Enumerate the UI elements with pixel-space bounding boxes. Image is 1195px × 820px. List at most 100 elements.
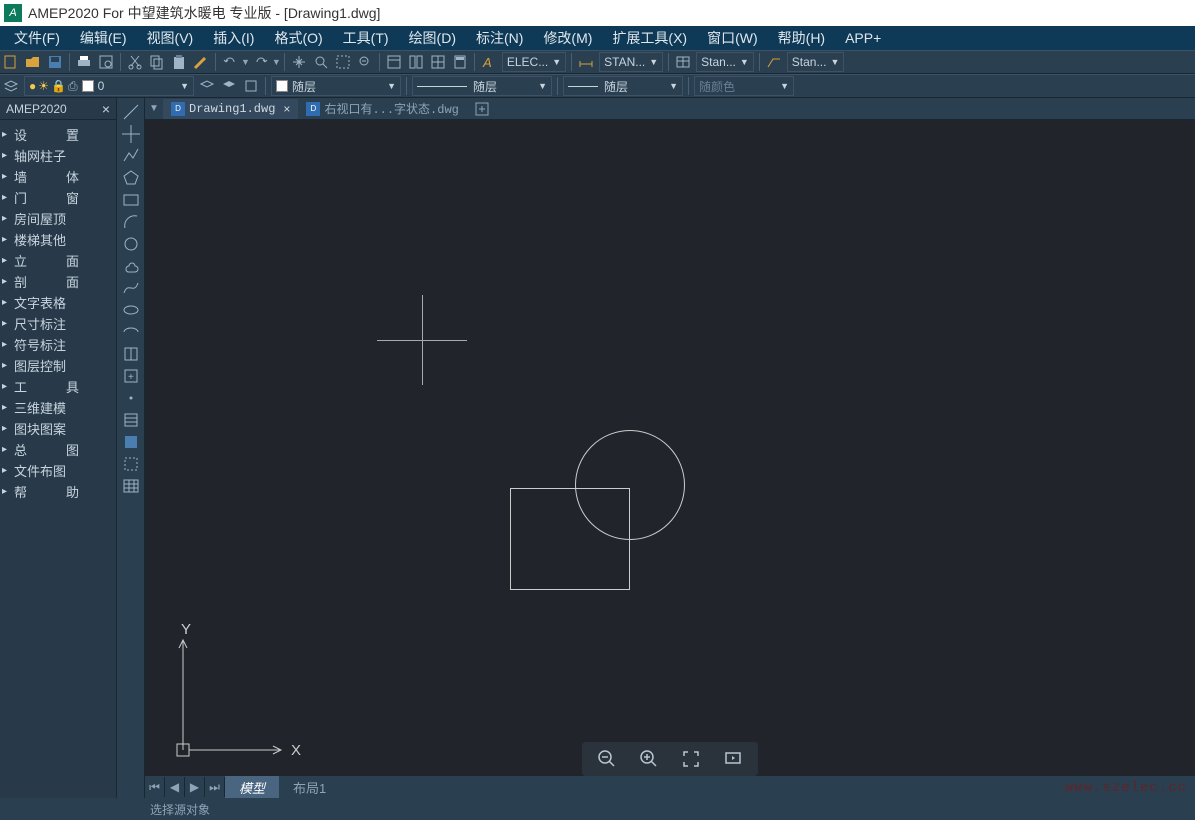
line-tool-icon[interactable] bbox=[120, 102, 142, 122]
tree-item[interactable]: ▸房间屋顶 bbox=[2, 208, 114, 229]
text-style-icon[interactable]: A bbox=[479, 52, 499, 72]
rectangle-tool-icon[interactable] bbox=[120, 190, 142, 210]
menu-dimension[interactable]: 标注(N) bbox=[466, 26, 533, 50]
plotstyle-dropdown[interactable]: 随颜色▼ bbox=[694, 76, 794, 96]
layout-tab[interactable]: 布局1 bbox=[279, 776, 340, 799]
dim-style-icon[interactable] bbox=[576, 52, 596, 72]
block-insert-tool-icon[interactable] bbox=[120, 344, 142, 364]
tree-item[interactable]: ▸立 面 bbox=[2, 250, 114, 271]
new-tab-button[interactable] bbox=[467, 99, 499, 119]
tree-item[interactable]: ▸三维建模 bbox=[2, 397, 114, 418]
tool-palette-icon[interactable] bbox=[428, 52, 448, 72]
menu-draw[interactable]: 绘图(D) bbox=[399, 26, 466, 50]
point-tool-icon[interactable] bbox=[120, 388, 142, 408]
tree-item[interactable]: ▸总 图 bbox=[2, 439, 114, 460]
present-icon[interactable] bbox=[722, 748, 744, 770]
design-center-icon[interactable] bbox=[406, 52, 426, 72]
dim-style-dropdown[interactable]: STAN...▼ bbox=[599, 52, 663, 72]
new-icon[interactable] bbox=[1, 52, 21, 72]
mleader-style-dropdown[interactable]: Stan...▼ bbox=[787, 52, 845, 72]
table-tool-icon[interactable] bbox=[120, 476, 142, 496]
close-panel-icon[interactable]: × bbox=[102, 101, 110, 117]
tree-item[interactable]: ▸图层控制 bbox=[2, 355, 114, 376]
menu-view[interactable]: 视图(V) bbox=[137, 26, 204, 50]
revcloud-tool-icon[interactable] bbox=[120, 256, 142, 276]
tab-prev-icon[interactable]: ◀ bbox=[165, 777, 185, 797]
model-viewport[interactable]: Y X ⏮ ◀ ▶ ⏭ bbox=[145, 120, 1195, 798]
table-style-icon[interactable] bbox=[673, 52, 693, 72]
tree-item[interactable]: ▸门 窗 bbox=[2, 187, 114, 208]
print-preview-icon[interactable] bbox=[96, 52, 116, 72]
menu-modify[interactable]: 修改(M) bbox=[533, 26, 602, 50]
undo-dropdown-icon[interactable]: ▼ bbox=[241, 57, 250, 67]
file-tabs-dropdown-icon[interactable]: ▼ bbox=[145, 100, 163, 118]
redo-dropdown-icon[interactable]: ▼ bbox=[272, 57, 281, 67]
copy-icon[interactable] bbox=[147, 52, 167, 72]
block-make-tool-icon[interactable]: + bbox=[120, 366, 142, 386]
menu-edit[interactable]: 编辑(E) bbox=[70, 26, 137, 50]
lineweight-dropdown[interactable]: 随层▼ bbox=[563, 76, 683, 96]
save-icon[interactable] bbox=[45, 52, 65, 72]
gradient-tool-icon[interactable] bbox=[120, 432, 142, 452]
layer-manager-icon[interactable] bbox=[1, 76, 21, 96]
tree-item[interactable]: ▸尺寸标注 bbox=[2, 313, 114, 334]
polygon-tool-icon[interactable] bbox=[120, 168, 142, 188]
arc-tool-icon[interactable] bbox=[120, 212, 142, 232]
tree-item[interactable]: ▸图块图案 bbox=[2, 418, 114, 439]
undo-icon[interactable] bbox=[220, 52, 240, 72]
zoom-in-icon[interactable] bbox=[638, 748, 660, 770]
ellipse-tool-icon[interactable] bbox=[120, 300, 142, 320]
linetype-dropdown[interactable]: 随层▼ bbox=[412, 76, 552, 96]
tree-item[interactable]: ▸剖 面 bbox=[2, 271, 114, 292]
close-tab-icon[interactable]: × bbox=[283, 102, 290, 116]
redo-icon[interactable] bbox=[251, 52, 271, 72]
color-dropdown[interactable]: 随层▼ bbox=[271, 76, 401, 96]
polyline-tool-icon[interactable] bbox=[120, 146, 142, 166]
menu-file[interactable]: 文件(F) bbox=[4, 26, 70, 50]
zoom-prev-icon[interactable] bbox=[355, 52, 375, 72]
calc-icon[interactable] bbox=[450, 52, 470, 72]
zoom-window-icon[interactable] bbox=[333, 52, 353, 72]
menu-help[interactable]: 帮助(H) bbox=[768, 26, 835, 50]
match-icon[interactable] bbox=[191, 52, 211, 72]
layer-dropdown[interactable]: ● ☀ 🔒 ⎙ 0 ▼ bbox=[24, 76, 194, 96]
tree-item[interactable]: ▸楼梯其他 bbox=[2, 229, 114, 250]
paste-icon[interactable] bbox=[169, 52, 189, 72]
table-style-dropdown[interactable]: Stan...▼ bbox=[696, 52, 754, 72]
region-tool-icon[interactable] bbox=[120, 454, 142, 474]
layer-state-icon[interactable] bbox=[241, 76, 261, 96]
menu-insert[interactable]: 插入(I) bbox=[203, 26, 264, 50]
fullscreen-icon[interactable] bbox=[680, 748, 702, 770]
tree-item[interactable]: ▸轴网柱子 bbox=[2, 145, 114, 166]
print-icon[interactable] bbox=[74, 52, 94, 72]
tree-item[interactable]: ▸帮 助 bbox=[2, 481, 114, 502]
menu-extend-tools[interactable]: 扩展工具(X) bbox=[602, 26, 697, 50]
tree-item[interactable]: ▸文件布图 bbox=[2, 460, 114, 481]
file-tab-inactive[interactable]: D 右视口有...字状态.dwg bbox=[298, 99, 466, 119]
circle-tool-icon[interactable] bbox=[120, 234, 142, 254]
drawn-circle[interactable] bbox=[575, 430, 685, 540]
menu-tools[interactable]: 工具(T) bbox=[333, 26, 399, 50]
spline-tool-icon[interactable] bbox=[120, 278, 142, 298]
tree-item[interactable]: ▸墙 体 bbox=[2, 166, 114, 187]
tree-item[interactable]: ▸工 具 bbox=[2, 376, 114, 397]
menu-app[interactable]: APP+ bbox=[835, 28, 891, 48]
cut-icon[interactable] bbox=[125, 52, 145, 72]
mleader-style-icon[interactable] bbox=[764, 52, 784, 72]
xline-tool-icon[interactable] bbox=[120, 124, 142, 144]
tab-first-icon[interactable]: ⏮ bbox=[145, 777, 165, 797]
ellipse-arc-tool-icon[interactable] bbox=[120, 322, 142, 342]
tree-item[interactable]: ▸文字表格 bbox=[2, 292, 114, 313]
file-tab-active[interactable]: D Drawing1.dwg × bbox=[163, 99, 298, 119]
tree-item[interactable]: ▸设 置 bbox=[2, 124, 114, 145]
text-style-dropdown[interactable]: ELEC...▼ bbox=[502, 52, 566, 72]
tab-next-icon[interactable]: ▶ bbox=[185, 777, 205, 797]
pan-icon[interactable] bbox=[289, 52, 309, 72]
hatch-tool-icon[interactable] bbox=[120, 410, 142, 430]
tree-item[interactable]: ▸符号标注 bbox=[2, 334, 114, 355]
layer-prev-icon[interactable] bbox=[197, 76, 217, 96]
properties-icon[interactable] bbox=[384, 52, 404, 72]
zoom-out-icon[interactable] bbox=[596, 748, 618, 770]
menu-format[interactable]: 格式(O) bbox=[264, 26, 332, 50]
menu-window[interactable]: 窗口(W) bbox=[697, 26, 768, 50]
